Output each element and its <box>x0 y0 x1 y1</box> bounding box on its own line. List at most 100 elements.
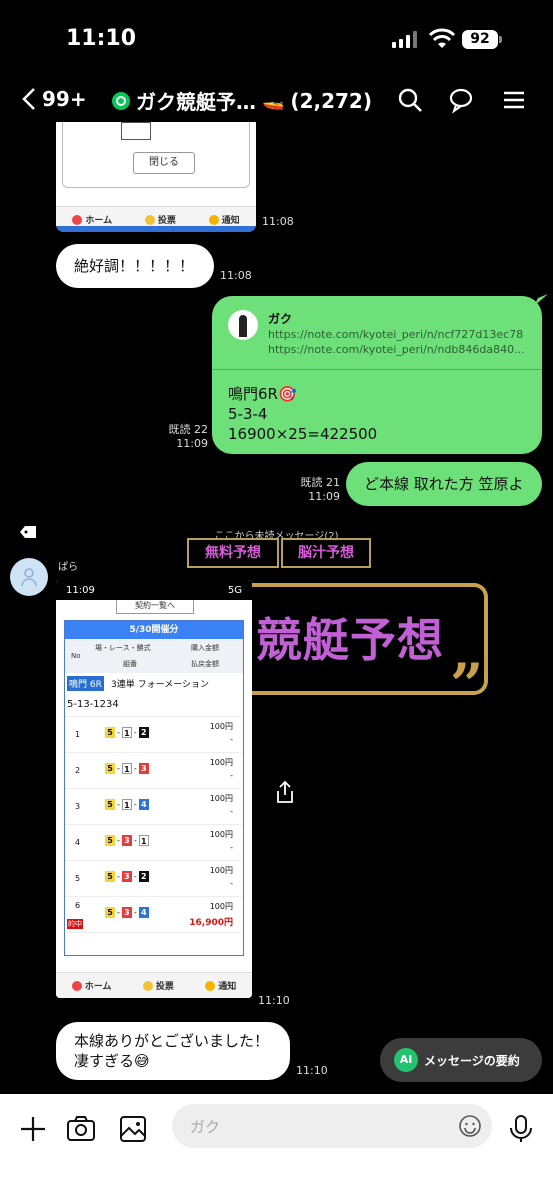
race-tag: 鳴門 6R <box>67 676 104 691</box>
bet-row: 1 5-1-2 100円 - <box>65 717 243 753</box>
message-line: 本線ありがとございました！ <box>74 1032 270 1050</box>
row-number: 5 <box>75 874 81 883</box>
bubble-tail <box>534 294 548 306</box>
search-icon[interactable] <box>396 86 424 114</box>
link-message-bubble[interactable]: ガク https://note.com/kyotei_peri/n/ncf727… <box>212 296 542 454</box>
bell-icon <box>208 214 219 225</box>
col-no: No <box>71 652 81 660</box>
boat-number: 4 <box>138 907 149 918</box>
avatar[interactable] <box>10 558 48 596</box>
home-icon <box>71 980 82 991</box>
timestamp: 11:08 <box>220 269 252 282</box>
vote-icon <box>142 980 153 991</box>
unread-count: 99+ <box>42 87 87 111</box>
bet-row: 3 5-1-4 100円 - <box>65 789 243 825</box>
boat-number: 3 <box>138 763 149 774</box>
row-number: 1 <box>75 730 81 739</box>
promo-box-free: 無料予想 <box>187 538 279 568</box>
race-type: 3連単 フォーメーション <box>111 680 210 690</box>
member-count: (2,272) <box>290 88 372 113</box>
col-race: 場・レース・勝式 <box>95 644 151 652</box>
message-line: 16900×25=422500 <box>228 425 378 443</box>
bell-icon <box>205 980 216 991</box>
bet-row: 2 5-1-3 100円 - <box>65 753 243 789</box>
battery-icon: 92 <box>462 30 498 49</box>
link-url-2[interactable]: https://note.com/kyotei_peri/n/ndb846da8… <box>268 342 530 357</box>
link-url-1[interactable]: https://note.com/kyotei_peri/n/ncf727d13… <box>268 327 530 342</box>
openchat-badge-icon <box>112 91 130 110</box>
plus-icon[interactable] <box>18 1114 48 1144</box>
nav-notify: 通知 <box>218 982 237 992</box>
timestamp: 11:09 <box>176 437 208 450</box>
boat-number: 5 <box>105 907 115 918</box>
bet-amount: 100円 <box>209 866 233 875</box>
quote-mark: ” <box>450 651 484 719</box>
back-button[interactable]: 99+ <box>20 84 90 114</box>
battery-tip <box>499 36 502 43</box>
boat-number: 1 <box>138 835 149 846</box>
message-bubble[interactable]: 絶好調！！！！！ <box>56 244 214 288</box>
boat-number: 3 <box>121 871 132 882</box>
input-bar: ガク <box>0 1094 553 1200</box>
hit-badge: 的中 <box>67 919 83 929</box>
payout-amount: 16,900円 <box>189 918 233 928</box>
link-preview[interactable]: ガク https://note.com/kyotei_peri/n/ncf727… <box>212 296 542 357</box>
image-icon[interactable] <box>118 1114 148 1144</box>
screenshot-network: 5G <box>227 584 242 596</box>
bet-row: 4 5-3-1 100円 - <box>65 825 243 861</box>
payout-empty: - <box>230 807 233 816</box>
combo: 5-1-3 <box>105 763 149 774</box>
shared-screenshot[interactable]: 11:09 5G 契約一覧へ 5/30開催分 No 場・レース・勝式 組番 購入… <box>56 580 252 998</box>
payout-empty: - <box>230 735 233 744</box>
bet-rows: 1 5-1-2 100円 -2 5-1-3 100円 -3 5-1-4 100円 -4 5-3-1 1… <box>65 717 243 933</box>
home-icon <box>72 214 83 225</box>
ai-icon: AI <box>394 1048 418 1072</box>
ai-summary-label: メッセージの要約 <box>424 1053 520 1068</box>
bet-amount: 100円 <box>209 722 233 731</box>
row-number: 4 <box>75 838 81 847</box>
read-receipt: 既読 21 11:09 <box>300 476 341 504</box>
message-bubble[interactable]: 本線ありがとございました！ 凄すぎる😅 <box>56 1022 290 1080</box>
nav-vote: 投票 <box>157 216 176 226</box>
camera-icon[interactable] <box>66 1114 96 1144</box>
room-title: ガク競艇予… <box>136 90 256 114</box>
status-bar: 11:10 92 <box>0 0 553 78</box>
timestamp: 11:08 <box>262 215 294 228</box>
person-icon <box>21 568 37 587</box>
share-icon[interactable] <box>274 780 296 804</box>
room-title-area[interactable]: ガク競艇予… 🚤 (2,272) <box>112 86 372 115</box>
read-receipt: 既読 22 11:09 <box>166 423 209 451</box>
sender-avatar <box>228 310 258 340</box>
read-count: 既読 22 <box>168 423 209 436</box>
bet-row: 6 5-3-4 100円 16,900円 的中 <box>65 897 243 933</box>
combo-text: 5-13-1234 <box>67 699 119 710</box>
vote-icon <box>144 214 155 225</box>
table-header: No 場・レース・勝式 組番 購入金額 払戻金額 <box>65 639 243 673</box>
menu-icon[interactable] <box>500 86 528 114</box>
microphone-icon[interactable] <box>506 1114 536 1144</box>
timestamp: 11:10 <box>296 1064 328 1077</box>
chat-bubbles-icon[interactable] <box>448 86 476 114</box>
race-info: 鳴門 6R 3連単 フォーメーション 5-13-1234 <box>65 673 243 717</box>
nav-home: ホーム <box>84 982 112 992</box>
input-box <box>121 122 151 140</box>
screenshot-status-bar: 11:09 5G <box>56 580 252 600</box>
ai-summary-button[interactable]: AI メッセージの要約 <box>380 1038 542 1082</box>
app-nav-bar: ホーム 投票 通知 <box>56 972 252 998</box>
combo: 5-1-4 <box>105 799 149 810</box>
boat-number: 2 <box>138 727 149 738</box>
boat-number: 1 <box>121 763 132 774</box>
message-bubble[interactable]: ど本線 取れた方 笠原よ <box>346 462 542 506</box>
emoji-icon[interactable] <box>458 1114 482 1138</box>
boat-number: 5 <box>105 799 115 810</box>
shared-image-top[interactable]: 閉じる ホーム 投票 通知 <box>56 122 256 232</box>
date-header: 5/30開催分 <box>65 621 243 639</box>
bet-amount: 100円 <box>209 794 233 803</box>
timestamp: 11:09 <box>308 490 340 503</box>
link-sender-name: ガク <box>268 312 293 326</box>
nav-home: ホーム <box>85 216 113 226</box>
contract-list-button: 契約一覧へ <box>116 600 194 614</box>
message-input[interactable]: ガク <box>172 1104 492 1148</box>
bet-table: 5/30開催分 No 場・レース・勝式 組番 購入金額 払戻金額 鳴門 6R 3… <box>64 620 244 995</box>
row-number: 2 <box>75 766 81 775</box>
